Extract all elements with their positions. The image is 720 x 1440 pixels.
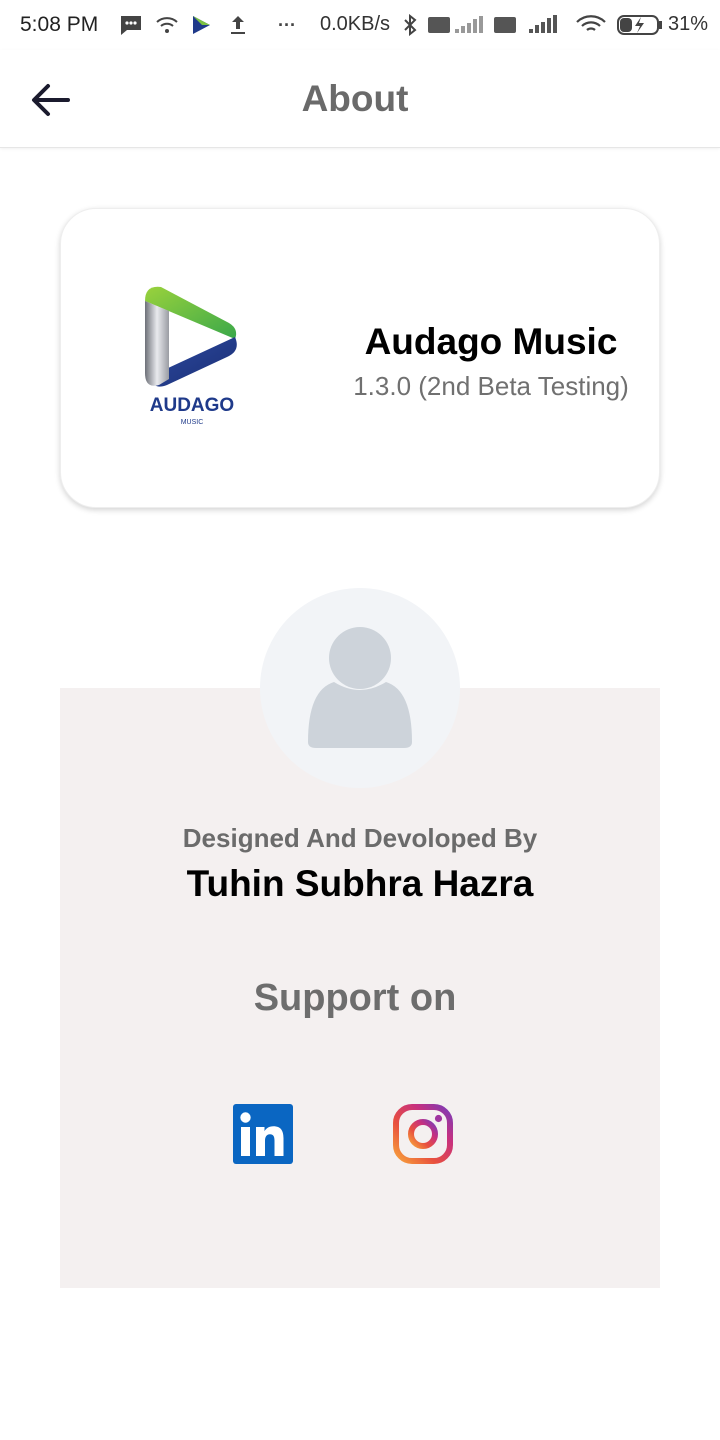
volte-signal-icon <box>426 12 486 38</box>
network-speed: 0.0KB/s <box>320 13 391 35</box>
battery-charging-icon <box>616 12 664 38</box>
logo-subtext: MUSIC <box>180 419 204 426</box>
logo-wordmark: AUDAGO <box>149 395 235 416</box>
audago-icon <box>188 12 214 38</box>
developer-name: Tuhin Subhra Hazra <box>186 863 534 904</box>
instagram-icon <box>393 1104 453 1164</box>
battery-percent: 31% <box>668 13 709 35</box>
linkedin-icon <box>233 1104 293 1164</box>
page-title: About <box>301 78 409 119</box>
volte-4g-signal-icon <box>492 12 564 38</box>
upload-icon <box>226 12 250 38</box>
linkedin-button[interactable] <box>233 1104 293 1164</box>
audago-logo-icon <box>145 286 237 387</box>
app-info-card: AUDAGO MUSIC Audago Music 1.3.0 (2nd Bet… <box>60 208 660 508</box>
support-title: Support on <box>253 977 457 1019</box>
app-version: 1.3.0 (2nd Beta Testing) <box>353 371 629 401</box>
person-icon <box>308 627 412 748</box>
app-logo: AUDAGO MUSIC <box>139 281 245 431</box>
app-bar: About <box>0 50 720 148</box>
wifi-icon <box>154 12 180 38</box>
developer-caption: Designed And Devoloped By <box>182 823 538 853</box>
status-time: 5:08 PM <box>20 13 99 36</box>
more-dots-icon: ··· <box>278 14 296 35</box>
instagram-button[interactable] <box>393 1104 453 1164</box>
wifi-icon <box>574 12 608 38</box>
message-icon <box>118 12 144 38</box>
avatar <box>260 588 460 788</box>
bluetooth-icon <box>400 12 420 38</box>
app-name: Audago Music <box>364 321 618 362</box>
status-bar: 5:08 PM ··· 0.0KB/s 31% <box>0 0 720 50</box>
